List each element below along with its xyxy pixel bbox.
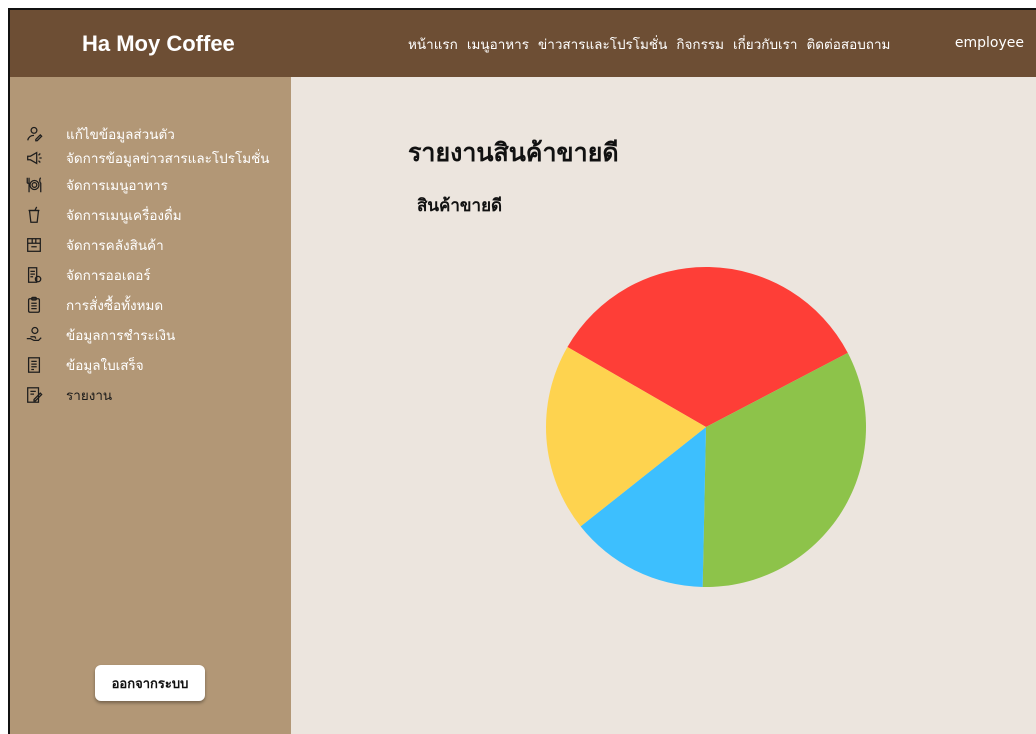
main-content: รายงานสินค้าขายดี สินค้าขายดี [291, 77, 1036, 734]
sidebar-item-inventory[interactable]: จัดการคลังสินค้า [24, 230, 270, 260]
nav-item-home[interactable]: หน้าแรก [408, 33, 458, 55]
chart-section-title: สินค้าขายดี [417, 196, 503, 216]
sidebar-item-label: จัดการเมนูเครื่องดื่ม [66, 208, 182, 224]
edit-profile-icon [24, 124, 44, 144]
sidebar: แก้ไขข้อมูลส่วนตัว จัดการข้อมูลข่าวสารแล… [10, 77, 291, 734]
sidebar-item-label: การสั่งซื้อทั้งหมด [66, 298, 164, 314]
main-nav: หน้าแรก เมนูอาหาร ข่าวสารและโปรโมชั่น กิ… [408, 10, 890, 77]
sidebar-item-reports[interactable]: รายงาน [24, 380, 270, 410]
sidebar-item-edit-profile[interactable]: แก้ไขข้อมูลส่วนตัว [24, 122, 270, 146]
sidebar-item-drink-menu[interactable]: จัดการเมนูเครื่องดื่ม [24, 200, 270, 230]
nav-item-contact[interactable]: ติดต่อสอบถาม [806, 33, 890, 55]
sidebar-menu: แก้ไขข้อมูลส่วนตัว จัดการข้อมูลข่าวสารแล… [24, 122, 270, 410]
page-title: รายงานสินค้าขายดี [408, 138, 619, 167]
order-list-icon [24, 265, 44, 285]
warehouse-box-icon [24, 235, 44, 255]
sidebar-item-label: จัดการออเดอร์ [66, 268, 151, 284]
sidebar-item-label: จัดการเมนูอาหาร [66, 178, 168, 194]
clipboard-icon [24, 295, 44, 315]
sidebar-item-payments[interactable]: ข้อมูลการชำระเงิน [24, 320, 270, 350]
brand-logo-text[interactable]: Ha Moy Coffee [82, 10, 235, 77]
user-account-label[interactable]: employee [955, 10, 1024, 77]
sidebar-item-orders[interactable]: จัดการออเดอร์ [24, 260, 270, 290]
best-selling-pie-chart [546, 267, 866, 587]
nav-item-news-promotions[interactable]: ข่าวสารและโปรโมชั่น [538, 33, 667, 55]
top-navbar: Ha Moy Coffee หน้าแรก เมนูอาหาร ข่าวสารแ… [10, 10, 1036, 77]
app-window: Ha Moy Coffee หน้าแรก เมนูอาหาร ข่าวสารแ… [8, 8, 1036, 734]
report-icon [24, 385, 44, 405]
payment-hand-icon [24, 325, 44, 345]
sidebar-item-receipts[interactable]: ข้อมูลใบเสร็จ [24, 350, 270, 380]
drink-cup-icon [24, 205, 44, 225]
sidebar-item-all-purchases[interactable]: การสั่งซื้อทั้งหมด [24, 290, 270, 320]
nav-item-food-menu[interactable]: เมนูอาหาร [467, 33, 529, 55]
sidebar-item-food-menu[interactable]: จัดการเมนูอาหาร [24, 170, 270, 200]
sidebar-item-label: รายงาน [66, 388, 113, 404]
sidebar-item-label: ข้อมูลการชำระเงิน [66, 328, 176, 344]
sidebar-item-label: จัดการข้อมูลข่าวสารและโปรโมชั่น [66, 151, 270, 167]
logout-button[interactable]: ออกจากระบบ [95, 665, 205, 701]
nav-item-about-us[interactable]: เกี่ยวกับเรา [733, 33, 797, 55]
utensils-icon [24, 175, 44, 195]
megaphone-icon [24, 148, 44, 168]
sidebar-item-label: ข้อมูลใบเสร็จ [66, 358, 144, 374]
receipt-icon [24, 355, 44, 375]
sidebar-item-news-promotions[interactable]: จัดการข้อมูลข่าวสารและโปรโมชั่น [24, 146, 270, 170]
sidebar-item-label: จัดการคลังสินค้า [66, 238, 164, 254]
nav-item-activities[interactable]: กิจกรรม [676, 33, 724, 55]
sidebar-item-label: แก้ไขข้อมูลส่วนตัว [66, 127, 175, 143]
